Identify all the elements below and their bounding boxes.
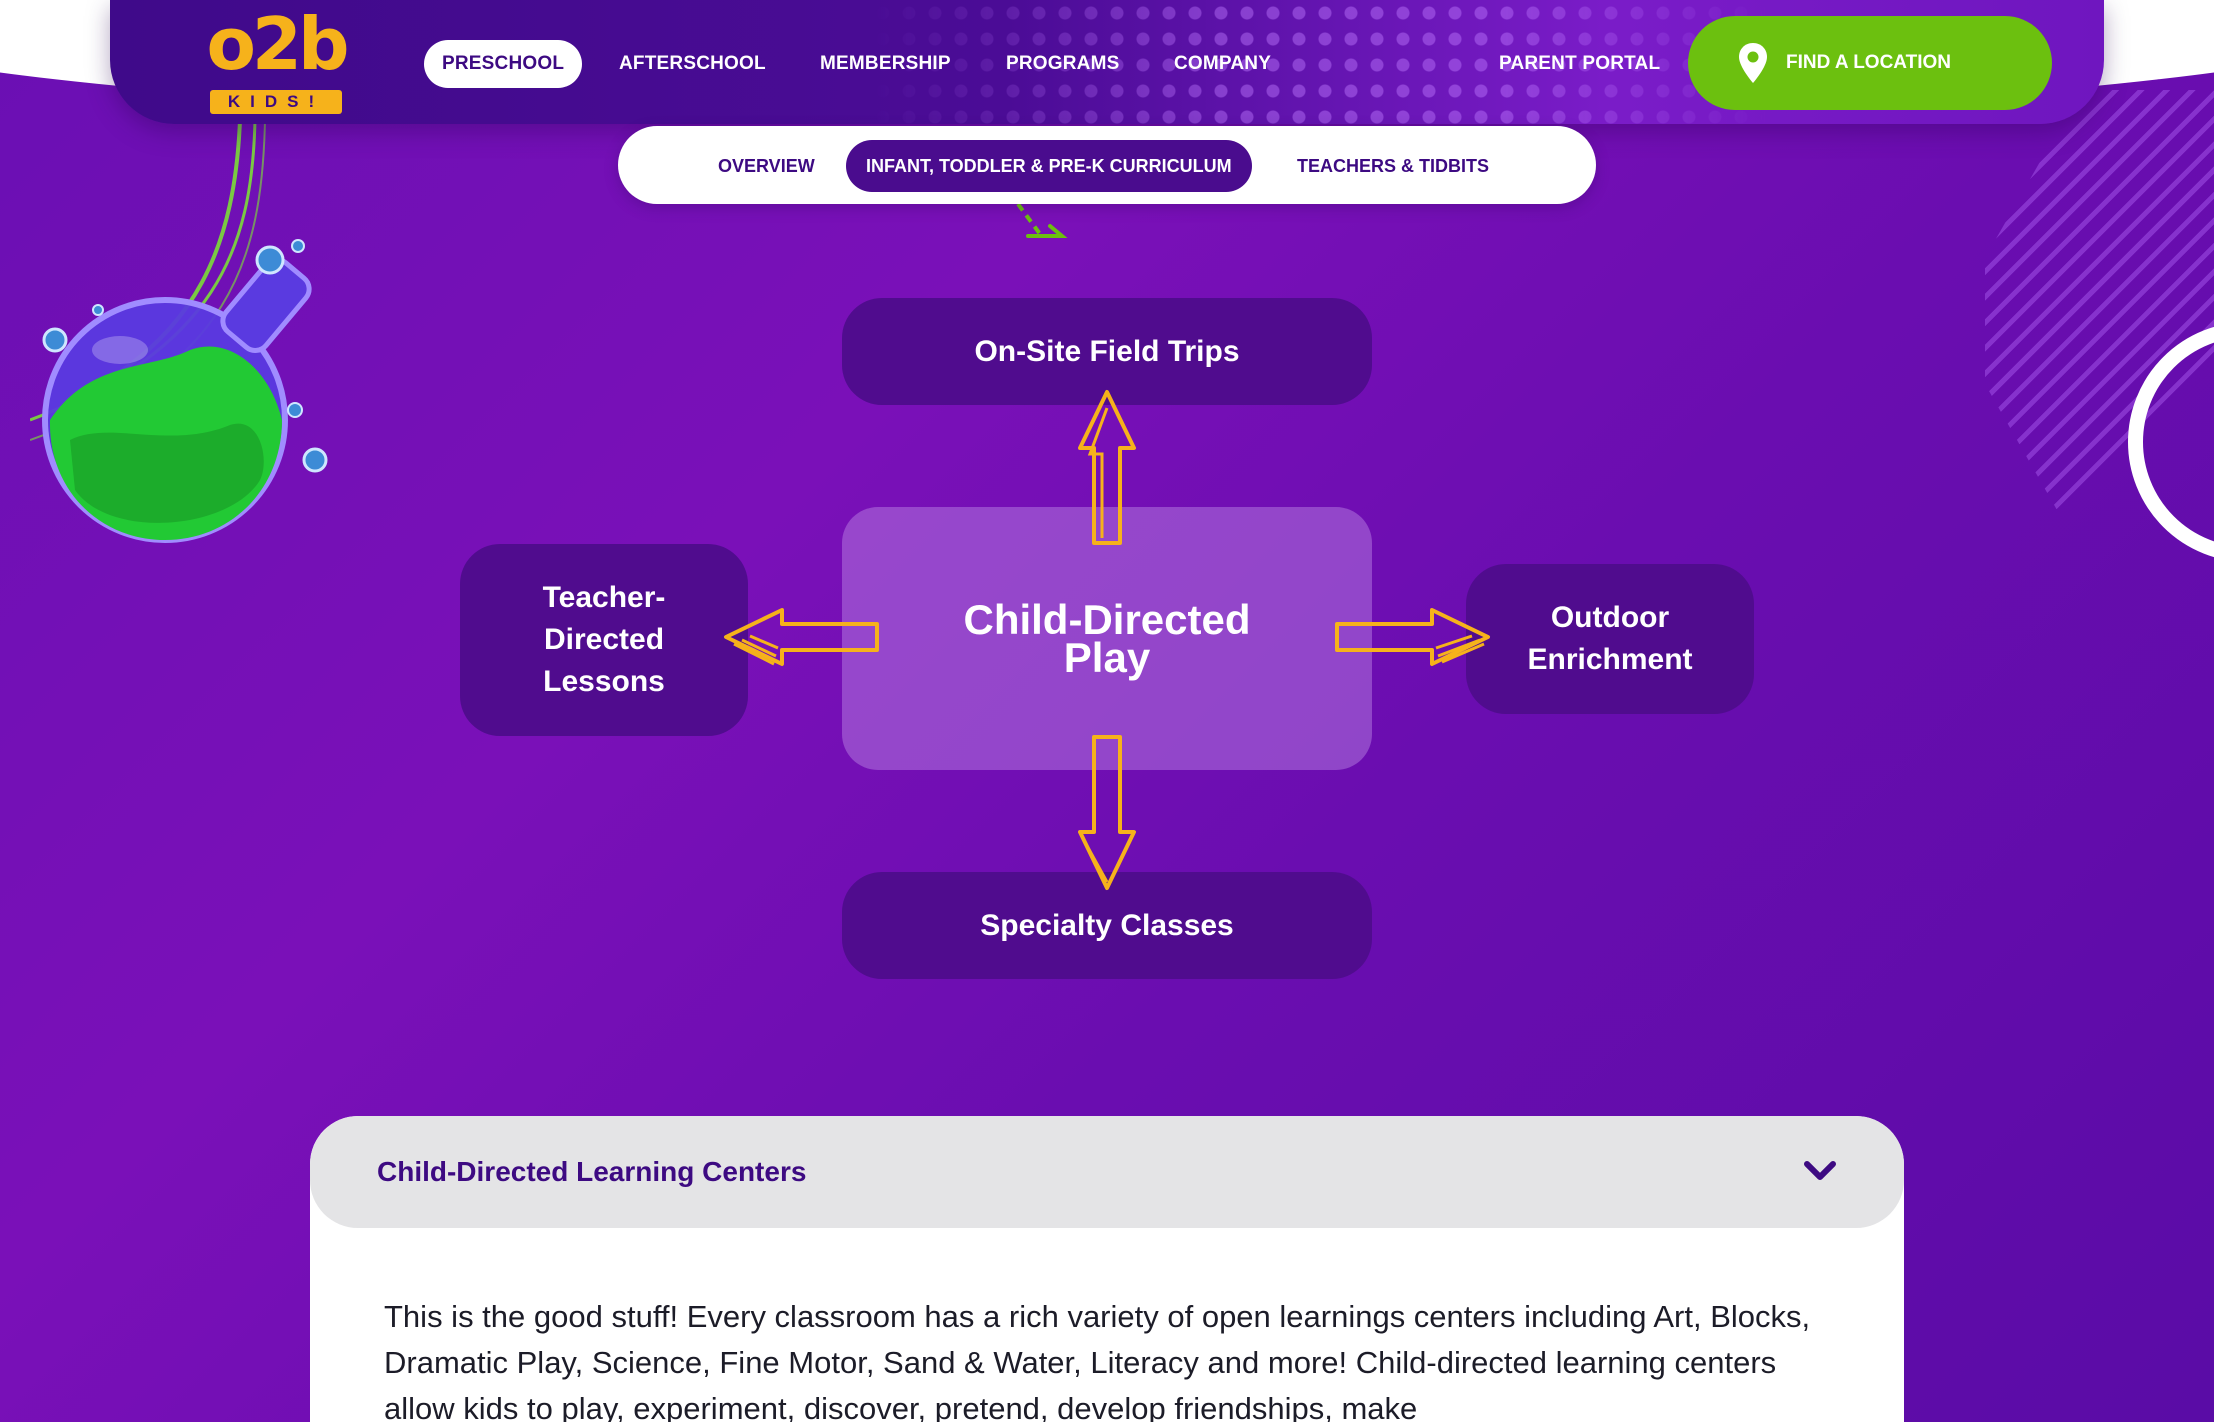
arrow-down-icon bbox=[1078, 735, 1136, 890]
logo-wordmark: o2b bbox=[206, 2, 349, 86]
flask-illustration bbox=[30, 120, 328, 543]
arrow-right-icon bbox=[1335, 608, 1490, 666]
arrow-left-icon bbox=[724, 608, 879, 666]
location-pin-icon bbox=[1739, 43, 1767, 83]
arrow-up-icon bbox=[1078, 390, 1136, 545]
subnav-overview[interactable]: OVERVIEW bbox=[718, 140, 815, 192]
diagram-label-right: Outdoor Enrichment bbox=[1527, 601, 1693, 676]
diagram-label-top: On-Site Field Trips bbox=[974, 334, 1240, 368]
chevron-down-icon[interactable] bbox=[1802, 1156, 1838, 1186]
find-location-label: FIND A LOCATION bbox=[1786, 52, 1951, 73]
nav-programs[interactable]: PROGRAMS bbox=[1006, 40, 1120, 88]
find-location-button[interactable]: FIND A LOCATION bbox=[1688, 16, 2052, 110]
accordion-body: This is the good stuff! Every classroom … bbox=[384, 1299, 1811, 1422]
diagram-label-left: Teacher-Directed Lessons bbox=[542, 581, 666, 698]
logo-kids-badge: KIDS! bbox=[210, 90, 342, 114]
diagram-label-center: Child-Directed Play bbox=[963, 595, 1251, 681]
nav-afterschool[interactable]: AFTERSCHOOL bbox=[619, 40, 766, 88]
accordion-header[interactable]: Child-Directed Learning Centers bbox=[310, 1116, 1904, 1228]
nav-membership[interactable]: MEMBERSHIP bbox=[820, 40, 951, 88]
nav-company[interactable]: COMPANY bbox=[1174, 40, 1271, 88]
subnav-curriculum[interactable]: INFANT, TODDLER & PRE-K CURRICULUM bbox=[846, 140, 1252, 192]
page-background: On-Site Field Trips Teacher-Directed Les… bbox=[0, 0, 2214, 1422]
green-arrow-icon bbox=[1016, 202, 1068, 238]
o2b-kids-logo[interactable]: o2b KIDS! bbox=[206, 4, 350, 114]
diagram-label-bottom: Specialty Classes bbox=[980, 908, 1234, 942]
diagram-box-left: Teacher-Directed Lessons bbox=[460, 544, 748, 736]
accordion-title: Child-Directed Learning Centers bbox=[377, 1156, 807, 1187]
nav-parent-portal[interactable]: PARENT PORTAL bbox=[1499, 40, 1660, 88]
sub-nav: OVERVIEW INFANT, TODDLER & PRE-K CURRICU… bbox=[618, 126, 1596, 204]
main-nav: o2b KIDS! PRESCHOOL AFTERSCHOOL MEMBERSH… bbox=[110, 0, 2104, 124]
diagram-box-right: Outdoor Enrichment bbox=[1466, 564, 1754, 714]
accordion-card: Child-Directed Learning Centers This is … bbox=[310, 1116, 1904, 1422]
nav-preschool[interactable]: PRESCHOOL bbox=[424, 40, 583, 88]
subnav-teachers-tidbits[interactable]: TEACHERS & TIDBITS bbox=[1297, 140, 1489, 192]
